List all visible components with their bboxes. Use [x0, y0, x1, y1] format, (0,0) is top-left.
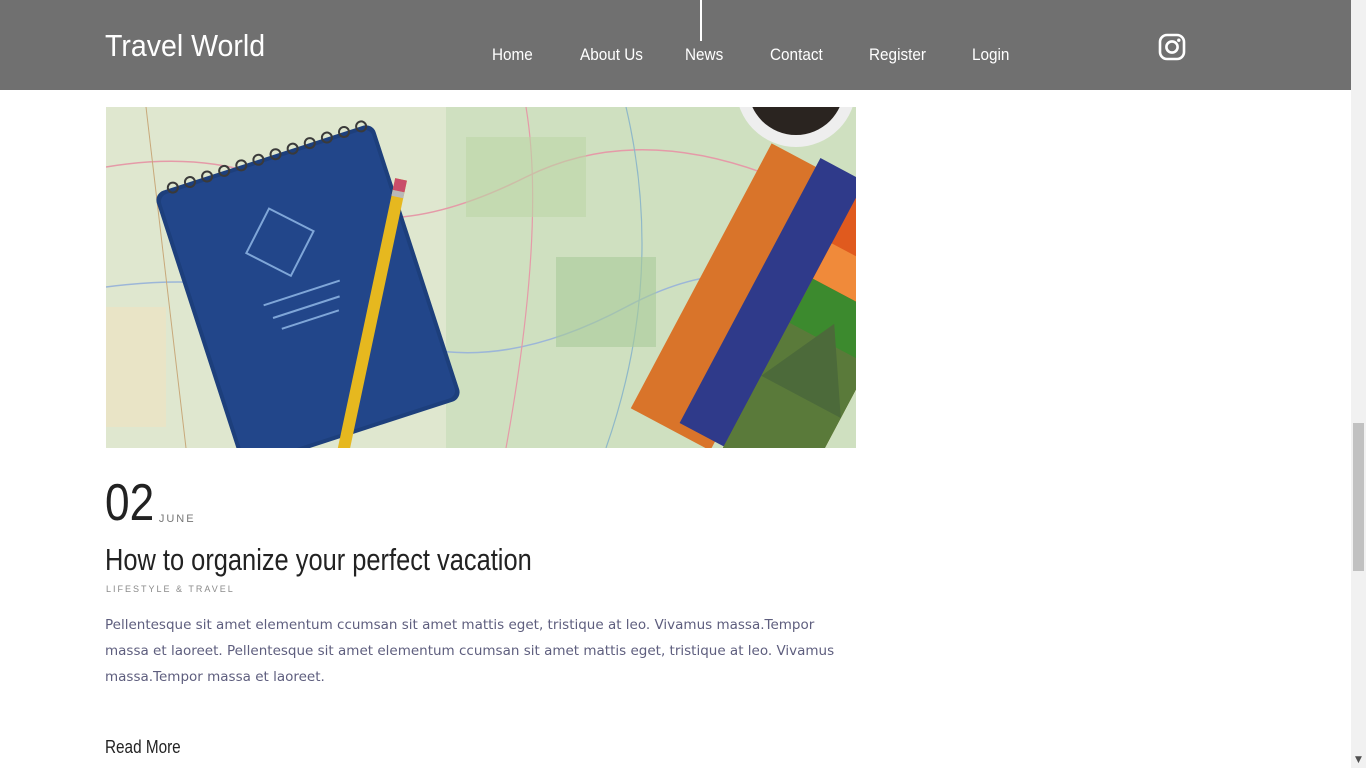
scrollbar-thumb[interactable]	[1353, 423, 1364, 571]
read-more-link[interactable]: Read More	[105, 737, 181, 758]
post-date: 02 JUNE	[105, 475, 196, 531]
site-header: Travel World Home About Us News Contact …	[0, 0, 1351, 90]
scroll-down-arrow-icon[interactable]: ▼	[1351, 752, 1366, 768]
post-title-link[interactable]: How to organize your perfect vacation	[105, 542, 532, 578]
instagram-icon[interactable]	[1158, 33, 1186, 61]
post-excerpt: Pellentesque sit amet elementum ccumsan …	[105, 617, 835, 685]
nav-news[interactable]: News	[685, 45, 723, 65]
main-nav: Home About Us News Contact Register Logi…	[0, 0, 1351, 90]
nav-about-us[interactable]: About Us	[580, 45, 643, 65]
post-date-month: JUNE	[158, 513, 196, 525]
post-category: LIFESTYLE & TRAVEL	[106, 584, 235, 594]
nav-login[interactable]: Login	[972, 45, 1009, 65]
nav-contact[interactable]: Contact	[770, 45, 823, 65]
post-featured-image[interactable]	[106, 107, 856, 448]
active-nav-indicator	[700, 0, 702, 41]
post-date-day: 02	[105, 474, 155, 532]
page-scrollbar[interactable]	[1351, 0, 1366, 768]
nav-register[interactable]: Register	[869, 45, 926, 65]
nav-home[interactable]: Home	[492, 45, 533, 65]
